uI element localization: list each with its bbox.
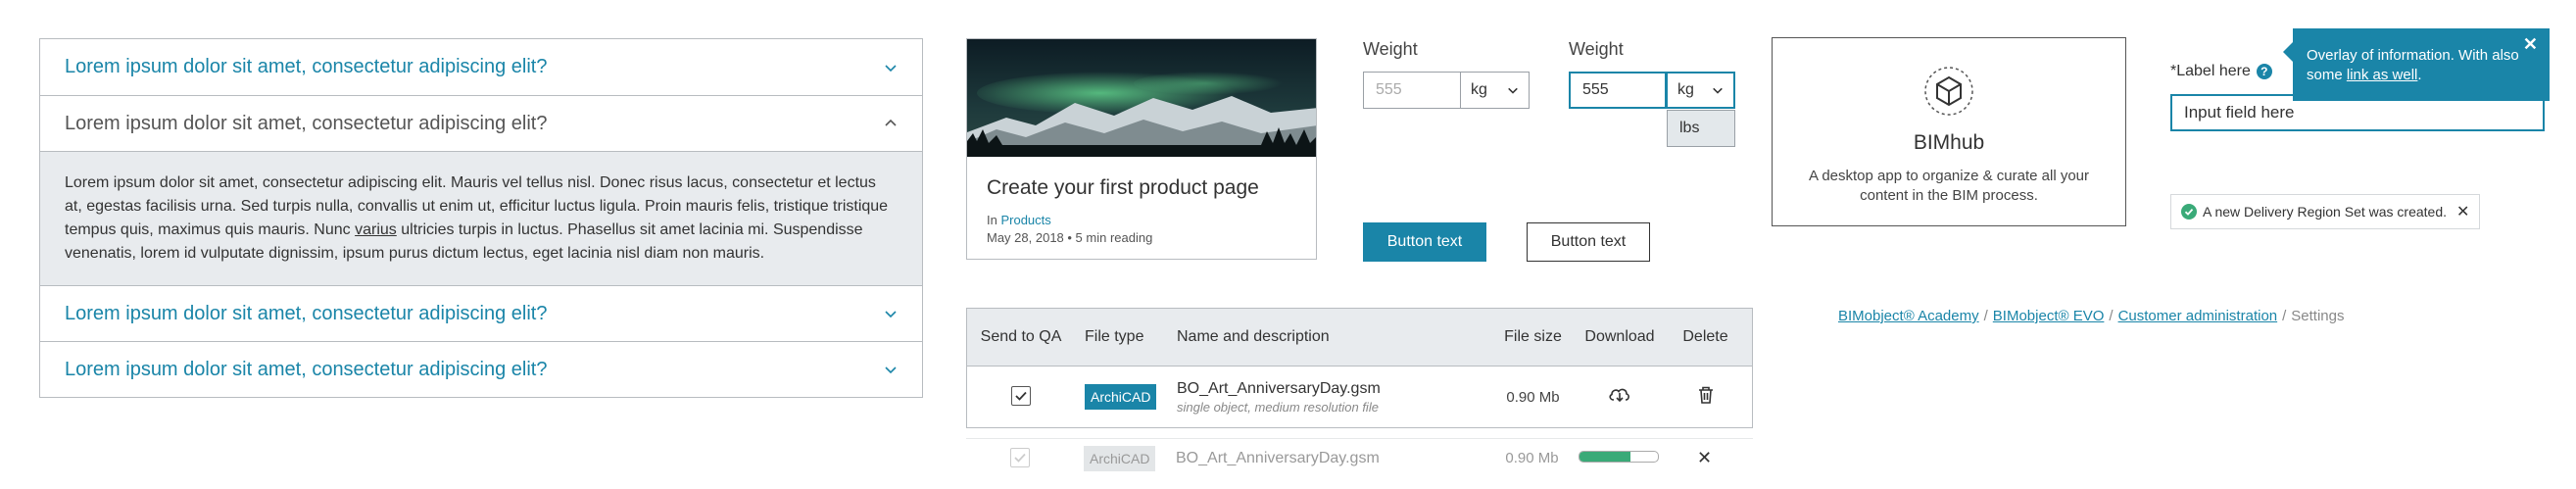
success-toast: A new Delivery Region Set was created. ✕ bbox=[2170, 194, 2481, 229]
file-size: 0.90 Mb bbox=[1505, 450, 1559, 466]
unit-select-value: kg bbox=[1677, 81, 1694, 98]
check-circle-icon bbox=[2181, 204, 2197, 220]
col-file-type: File type bbox=[1085, 328, 1144, 345]
breadcrumb-current: Settings bbox=[2291, 308, 2345, 324]
accordion-item-3-header[interactable]: Lorem ipsum dolor sit amet, consectetur … bbox=[40, 285, 922, 341]
unit-select[interactable]: kg bbox=[1667, 72, 1735, 109]
chevron-down-icon bbox=[885, 64, 897, 72]
accordion-body-link[interactable]: varius bbox=[355, 221, 397, 238]
weight-value: 555 bbox=[1582, 81, 1609, 98]
unit-select[interactable]: kg bbox=[1461, 72, 1530, 109]
breadcrumb-link-evo[interactable]: BIMobject® EVO bbox=[1993, 308, 2105, 324]
accordion-item-1-header[interactable]: Lorem ipsum dolor sit amet, consectetur … bbox=[40, 39, 922, 95]
file-type-tag: ArchiCAD bbox=[1084, 445, 1156, 471]
table-header: Send to QA File type Name and descriptio… bbox=[966, 308, 1753, 367]
file-name: BO_Art_AnniversaryDay.gsm bbox=[1176, 449, 1380, 466]
accordion-item-title: Lorem ipsum dolor sit amet, consectetur … bbox=[65, 302, 548, 324]
file-type-tag: ArchiCAD bbox=[1085, 384, 1157, 410]
chevron-down-icon bbox=[1713, 87, 1723, 94]
col-file-size: File size bbox=[1504, 328, 1562, 345]
accordion-item-2-body: Lorem ipsum dolor sit amet, consectetur … bbox=[40, 151, 922, 285]
secondary-button[interactable]: Button text bbox=[1527, 222, 1650, 262]
bimhub-name: BIMhub bbox=[1913, 131, 1985, 154]
col-name: Name and description bbox=[1177, 328, 1330, 345]
table-row-uploading: ArchiCAD BO_Art_AnniversaryDay.gsm 0.90 … bbox=[966, 438, 1753, 477]
tooltip-end: . bbox=[2417, 67, 2422, 83]
send-to-qa-checkbox-disabled bbox=[1010, 447, 1030, 467]
breadcrumb-link-customer-admin[interactable]: Customer administration bbox=[2118, 308, 2278, 324]
accordion-item-title: Lorem ipsum dolor sit amet, consectetur … bbox=[65, 358, 548, 380]
close-icon[interactable]: ✕ bbox=[2456, 202, 2469, 221]
card-in-prefix: In bbox=[987, 213, 997, 227]
col-send-to-qa: Send to QA bbox=[980, 328, 1062, 345]
breadcrumb-link-academy[interactable]: BIMobject® Academy bbox=[1838, 308, 1979, 324]
weight-field-group-focused: Weight 555 kg lbs bbox=[1569, 39, 1735, 147]
chevron-down-icon bbox=[885, 311, 897, 318]
weight-placeholder: 555 bbox=[1376, 81, 1402, 98]
trash-icon[interactable] bbox=[1697, 385, 1715, 405]
card-meta: May 28, 2018 • 5 min reading bbox=[987, 230, 1153, 245]
accordion-item-4-header[interactable]: Lorem ipsum dolor sit amet, consectetur … bbox=[40, 341, 922, 397]
card-category-line: In Products bbox=[987, 212, 1296, 229]
primary-button[interactable]: Button text bbox=[1363, 222, 1486, 262]
file-name: BO_Art_AnniversaryDay.gsm bbox=[1177, 379, 1381, 397]
weight-label: Weight bbox=[1363, 39, 1418, 59]
faq-accordion: Lorem ipsum dolor sit amet, consectetur … bbox=[39, 38, 923, 398]
table-row: ArchiCAD BO_Art_AnniversaryDay.gsm singl… bbox=[966, 367, 1753, 428]
chevron-down-icon bbox=[885, 367, 897, 374]
files-table: Send to QA File type Name and descriptio… bbox=[966, 308, 1753, 477]
check-icon bbox=[1014, 453, 1026, 463]
upload-progress-fill bbox=[1580, 451, 1630, 462]
field-label: *Label here ? bbox=[2170, 63, 2272, 80]
toast-text: A new Delivery Region Set was created. bbox=[2203, 204, 2448, 220]
info-tooltip: ✕ Overlay of information. With also some… bbox=[2283, 28, 2550, 101]
accordion-item-title: Lorem ipsum dolor sit amet, consectetur … bbox=[65, 112, 548, 134]
help-icon[interactable]: ? bbox=[2256, 64, 2272, 79]
col-delete: Delete bbox=[1682, 328, 1728, 345]
unit-option-lbs[interactable]: lbs bbox=[1667, 110, 1735, 147]
card-title[interactable]: Create your first product page bbox=[987, 176, 1296, 200]
file-description: single object, medium resolution file bbox=[1177, 399, 1379, 415]
tooltip-link[interactable]: link as well bbox=[2347, 67, 2418, 83]
close-icon[interactable]: ✕ bbox=[2523, 34, 2538, 54]
cancel-upload-icon[interactable]: ✕ bbox=[1697, 448, 1712, 467]
send-to-qa-checkbox[interactable] bbox=[1011, 386, 1031, 406]
upload-progress-bar bbox=[1579, 450, 1659, 463]
card-image-aurora bbox=[967, 39, 1316, 157]
accordion-item-2-header[interactable]: Lorem ipsum dolor sit amet, consectetur … bbox=[40, 95, 922, 151]
breadcrumb: BIMobject® Academy / BIMobject® EVO / Custom… bbox=[1838, 308, 2345, 324]
bimhub-tile[interactable]: BIMhub A desktop app to organize & curat… bbox=[1772, 37, 2126, 226]
weight-input[interactable]: 555 bbox=[1569, 72, 1667, 109]
col-download: Download bbox=[1584, 328, 1655, 345]
bimhub-logo-icon bbox=[1924, 67, 1973, 116]
file-size: 0.90 Mb bbox=[1506, 388, 1560, 406]
chevron-down-icon bbox=[1508, 87, 1518, 94]
card-category-link[interactable]: Products bbox=[1000, 213, 1050, 227]
field-label-text: *Label here bbox=[2170, 63, 2251, 79]
check-icon bbox=[1015, 391, 1027, 401]
chevron-up-icon bbox=[885, 119, 897, 126]
cloud-download-icon[interactable] bbox=[1608, 385, 1631, 405]
article-card[interactable]: Create your first product page In Produc… bbox=[966, 38, 1317, 260]
weight-label: Weight bbox=[1569, 39, 1624, 59]
weight-input[interactable]: 555 bbox=[1363, 72, 1461, 109]
unit-select-value: kg bbox=[1471, 81, 1487, 98]
weight-field-group: Weight 555 kg bbox=[1363, 39, 1530, 109]
accordion-item-title: Lorem ipsum dolor sit amet, consectetur … bbox=[65, 56, 548, 77]
bimhub-description: A desktop app to organize & curate all y… bbox=[1808, 168, 2089, 204]
